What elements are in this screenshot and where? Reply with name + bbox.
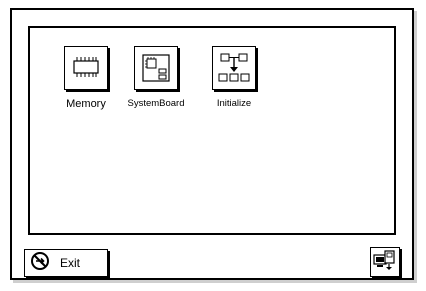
exit-label: Exit [60,256,81,270]
window-frame: Memory SystemBoard Initialize Exit [10,8,414,280]
exit-button[interactable]: Exit [24,249,108,277]
computer-icon [373,249,397,276]
systemboard-item[interactable]: SystemBoard [126,46,186,109]
initialize-label: Initialize [216,98,252,109]
no-entry-icon [30,251,50,276]
systemboard-label: SystemBoard [127,98,185,109]
computer-button[interactable] [370,247,400,277]
memory-chip-icon [64,46,108,90]
initialize-item[interactable]: Initialize [204,46,264,109]
initialize-icon [212,46,256,90]
content-panel: Memory SystemBoard Initialize [28,26,396,235]
system-board-icon [134,46,178,90]
memory-label: Memory [66,98,106,110]
memory-item[interactable]: Memory [56,46,116,110]
